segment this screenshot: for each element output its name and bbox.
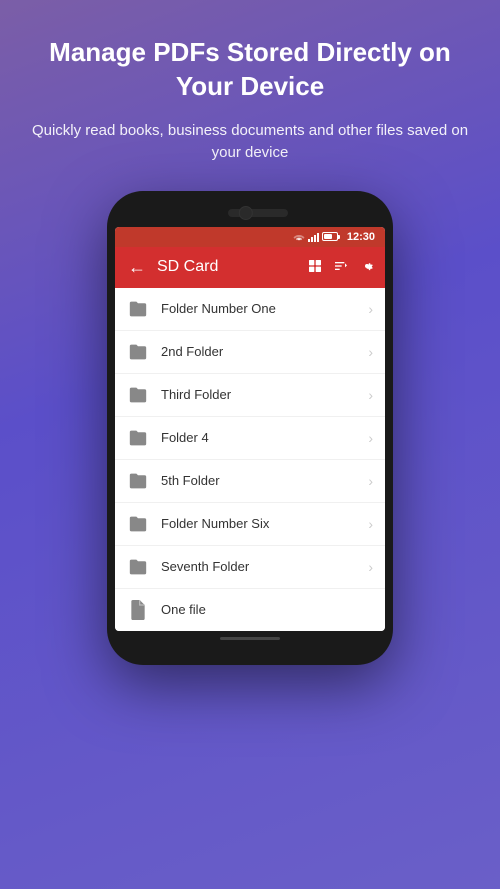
app-actions — [307, 258, 375, 277]
phone-top-bar — [115, 203, 385, 227]
file-list: Folder Number One › 2nd Folder › Third F… — [115, 288, 385, 631]
wifi-icon — [293, 232, 305, 242]
battery-icon — [322, 232, 340, 241]
list-item[interactable]: One file — [115, 589, 385, 631]
phone-bottom — [115, 631, 385, 647]
file-name: Folder Number Six — [161, 516, 368, 531]
chevron-icon: › — [368, 387, 373, 403]
main-heading: Manage PDFs Stored Directly on Your Devi… — [30, 36, 470, 104]
signal-icon — [308, 232, 319, 242]
list-item[interactable]: Folder 4 › — [115, 417, 385, 460]
folder-icon — [127, 384, 149, 406]
status-time: 12:30 — [347, 231, 375, 243]
chevron-icon: › — [368, 344, 373, 360]
file-icon — [127, 599, 149, 621]
sort-icon[interactable] — [333, 258, 349, 277]
chevron-icon: › — [368, 559, 373, 575]
list-item[interactable]: Folder Number Six › — [115, 503, 385, 546]
chevron-icon: › — [368, 473, 373, 489]
app-bar: ← SD Card — [115, 247, 385, 288]
file-name: Seventh Folder — [161, 559, 368, 574]
settings-icon[interactable] — [359, 258, 375, 277]
phone-device: 12:30 ← SD Card — [107, 191, 393, 665]
status-icons: 12:30 — [293, 231, 375, 243]
file-name: One file — [161, 602, 373, 617]
app-bar-title: SD Card — [157, 258, 299, 276]
file-name: 2nd Folder — [161, 344, 368, 359]
home-indicator — [220, 637, 280, 640]
chevron-icon: › — [368, 516, 373, 532]
file-name: Third Folder — [161, 387, 368, 402]
file-name: Folder Number One — [161, 301, 368, 316]
folder-icon — [127, 556, 149, 578]
speaker-grille — [228, 209, 288, 217]
phone-wrapper: 12:30 ← SD Card — [100, 191, 400, 889]
status-bar: 12:30 — [115, 227, 385, 247]
list-item[interactable]: Seventh Folder › — [115, 546, 385, 589]
list-item[interactable]: Folder Number One › — [115, 288, 385, 331]
list-item[interactable]: 5th Folder › — [115, 460, 385, 503]
back-button[interactable]: ← — [125, 257, 149, 278]
folder-icon — [127, 298, 149, 320]
view-icon[interactable] — [307, 258, 323, 277]
file-name: Folder 4 — [161, 430, 368, 445]
front-camera — [239, 206, 253, 220]
chevron-icon: › — [368, 430, 373, 446]
folder-icon — [127, 470, 149, 492]
top-section: Manage PDFs Stored Directly on Your Devi… — [0, 0, 500, 181]
list-item[interactable]: Third Folder › — [115, 374, 385, 417]
folder-icon — [127, 427, 149, 449]
folder-icon — [127, 513, 149, 535]
list-item[interactable]: 2nd Folder › — [115, 331, 385, 374]
chevron-icon: › — [368, 301, 373, 317]
sub-heading: Quickly read books, business documents a… — [30, 120, 470, 165]
folder-icon — [127, 341, 149, 363]
screen: 12:30 ← SD Card — [115, 227, 385, 631]
file-name: 5th Folder — [161, 473, 368, 488]
